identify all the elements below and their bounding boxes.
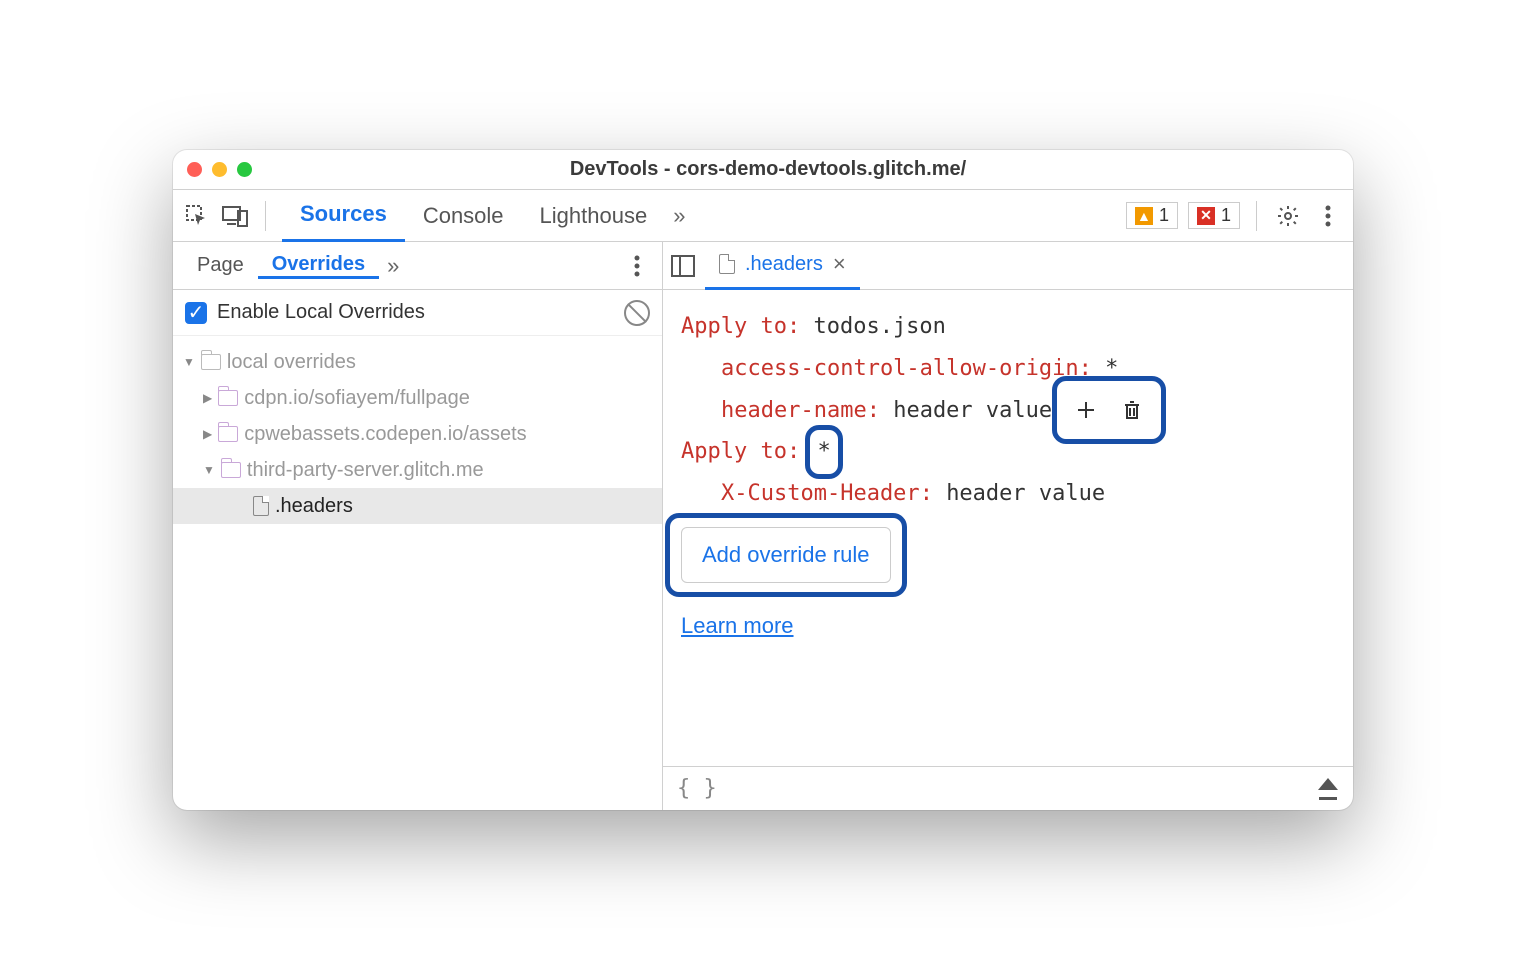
error-count: 1 bbox=[1221, 205, 1231, 226]
navigator-tabs: Page Overrides » bbox=[173, 242, 662, 290]
learn-more-link[interactable]: Learn more bbox=[681, 613, 794, 638]
editor-panel: .headers × Apply to: todos.json access-c… bbox=[663, 242, 1353, 810]
warning-icon: ▲ bbox=[1135, 207, 1153, 225]
inspect-element-icon[interactable] bbox=[183, 202, 211, 230]
tree-file-selected[interactable]: .headers bbox=[173, 488, 662, 524]
tab-sources[interactable]: Sources bbox=[282, 190, 405, 242]
tree-folder[interactable]: ▼ third-party-server.glitch.me bbox=[173, 452, 662, 488]
tab-lighthouse[interactable]: Lighthouse bbox=[522, 190, 666, 242]
close-tab-icon[interactable]: × bbox=[833, 251, 846, 277]
folder-icon bbox=[218, 390, 238, 406]
add-override-rule-button[interactable]: Add override rule bbox=[681, 527, 891, 583]
tab-console[interactable]: Console bbox=[405, 190, 522, 242]
close-window-button[interactable] bbox=[187, 162, 202, 177]
settings-icon[interactable] bbox=[1273, 204, 1303, 228]
devtools-window: DevTools - cors-demo-devtools.glitch.me/… bbox=[173, 150, 1353, 810]
tree-folder[interactable]: ▶ cdpn.io/sofiayem/fullpage bbox=[173, 380, 662, 416]
file-tab-name: .headers bbox=[745, 253, 823, 276]
warnings-badge[interactable]: ▲ 1 bbox=[1126, 202, 1178, 229]
toggle-navigator-icon[interactable] bbox=[671, 255, 695, 277]
tab-page[interactable]: Page bbox=[183, 254, 258, 277]
error-icon: ✕ bbox=[1197, 207, 1215, 225]
traffic-lights bbox=[187, 162, 252, 177]
window-title: DevTools - cors-demo-devtools.glitch.me/ bbox=[252, 158, 1284, 181]
file-icon bbox=[253, 496, 269, 516]
collapse-icon: ▶ bbox=[203, 427, 212, 441]
delete-header-button[interactable] bbox=[1114, 392, 1150, 428]
dock-icon[interactable] bbox=[1317, 778, 1339, 800]
collapse-icon: ▶ bbox=[203, 391, 212, 405]
tab-overrides[interactable]: Overrides bbox=[258, 253, 379, 279]
folder-icon bbox=[218, 426, 238, 442]
format-code-icon[interactable]: { } bbox=[677, 776, 717, 801]
nav-more-menu[interactable] bbox=[622, 255, 652, 277]
more-menu-icon[interactable] bbox=[1313, 205, 1343, 227]
file-icon bbox=[719, 254, 735, 274]
panel-tabs: Sources Console Lighthouse » bbox=[282, 190, 693, 242]
file-tab[interactable]: .headers × bbox=[705, 242, 860, 290]
editor-footer: { } bbox=[663, 766, 1353, 810]
folder-icon bbox=[221, 462, 241, 478]
enable-overrides-label: Enable Local Overrides bbox=[217, 301, 425, 324]
expand-icon: ▼ bbox=[203, 463, 215, 477]
tree-folder[interactable]: ▶ cpwebassets.codepen.io/assets bbox=[173, 416, 662, 452]
zoom-window-button[interactable] bbox=[237, 162, 252, 177]
tree-root[interactable]: ▼ local overrides bbox=[173, 344, 662, 380]
folder-icon bbox=[201, 354, 221, 370]
enable-overrides-checkbox[interactable]: ✓ bbox=[185, 302, 207, 324]
clear-overrides-icon[interactable] bbox=[624, 300, 650, 326]
warning-count: 1 bbox=[1159, 205, 1169, 226]
errors-badge[interactable]: ✕ 1 bbox=[1188, 202, 1240, 229]
navigator-sidebar: Page Overrides » ✓ Enable Local Override… bbox=[173, 242, 663, 810]
more-tabs-chevron[interactable]: » bbox=[665, 190, 693, 242]
editor-content[interactable]: Apply to: todos.json access-control-allo… bbox=[663, 290, 1353, 766]
expand-icon: ▼ bbox=[183, 355, 195, 369]
device-toggle-icon[interactable] bbox=[221, 202, 249, 230]
more-nav-tabs[interactable]: » bbox=[379, 253, 407, 279]
titlebar: DevTools - cors-demo-devtools.glitch.me/ bbox=[173, 150, 1353, 190]
main-toolbar: Sources Console Lighthouse » ▲ 1 ✕ 1 bbox=[173, 190, 1353, 242]
file-tree: ▼ local overrides ▶ cdpn.io/sofiayem/ful… bbox=[173, 336, 662, 532]
enable-overrides-row: ✓ Enable Local Overrides bbox=[173, 290, 662, 336]
minimize-window-button[interactable] bbox=[212, 162, 227, 177]
editor-tabs: .headers × bbox=[663, 242, 1353, 290]
add-header-button[interactable] bbox=[1068, 392, 1104, 428]
